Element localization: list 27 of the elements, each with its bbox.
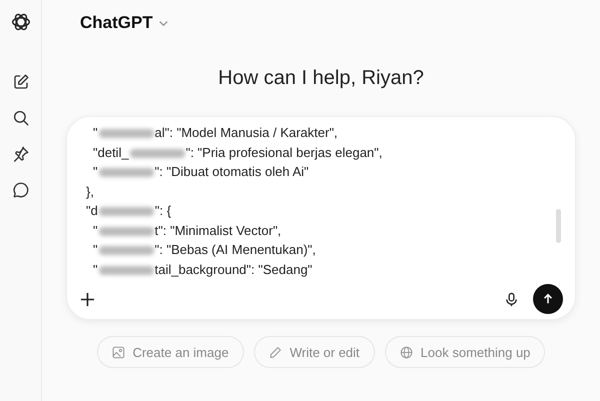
microphone-icon[interactable]	[504, 292, 519, 306]
model-selector[interactable]: ChatGPT	[80, 13, 169, 33]
code-line: " tail_background": "Sedang"	[92, 260, 312, 279]
message-composer[interactable]	[66, 116, 576, 320]
logo-icon[interactable]	[10, 11, 32, 33]
new-chat-icon[interactable]	[12, 73, 30, 91]
code-line: },	[86, 182, 94, 201]
code-line: " ": "Dibuat otomatis oleh Ai"	[92, 163, 309, 181]
pin-icon[interactable]	[12, 145, 30, 163]
code-line: " t": "Minimalist Vector",	[92, 222, 282, 240]
chat-bubble-icon[interactable]	[12, 181, 30, 199]
suggestion-chip[interactable]: Look something up	[384, 336, 546, 368]
globe-icon	[400, 346, 413, 358]
arrow-up-icon	[542, 293, 554, 305]
pencil-icon	[268, 346, 282, 358]
suggestion-chip[interactable]: Write or edit	[254, 336, 375, 368]
code-line: " ": "Bebas (AI Menentukan)",	[92, 241, 316, 259]
greeting-heading: How can I help, Riyan?	[218, 67, 424, 90]
suggestion-chip[interactable]: Create an image	[96, 336, 244, 368]
code-line: "d ": {	[86, 202, 172, 220]
search-icon[interactable]	[12, 109, 30, 127]
code-line: "detil_ ": "Pria profesional berjas elegan",	[92, 144, 382, 162]
code-line: " al": "Model Manusia / Karakter",	[92, 124, 338, 142]
send-button[interactable]	[533, 284, 563, 314]
plus-icon[interactable]	[80, 292, 95, 306]
image-icon	[112, 346, 125, 358]
scrollbar[interactable]	[556, 209, 561, 243]
